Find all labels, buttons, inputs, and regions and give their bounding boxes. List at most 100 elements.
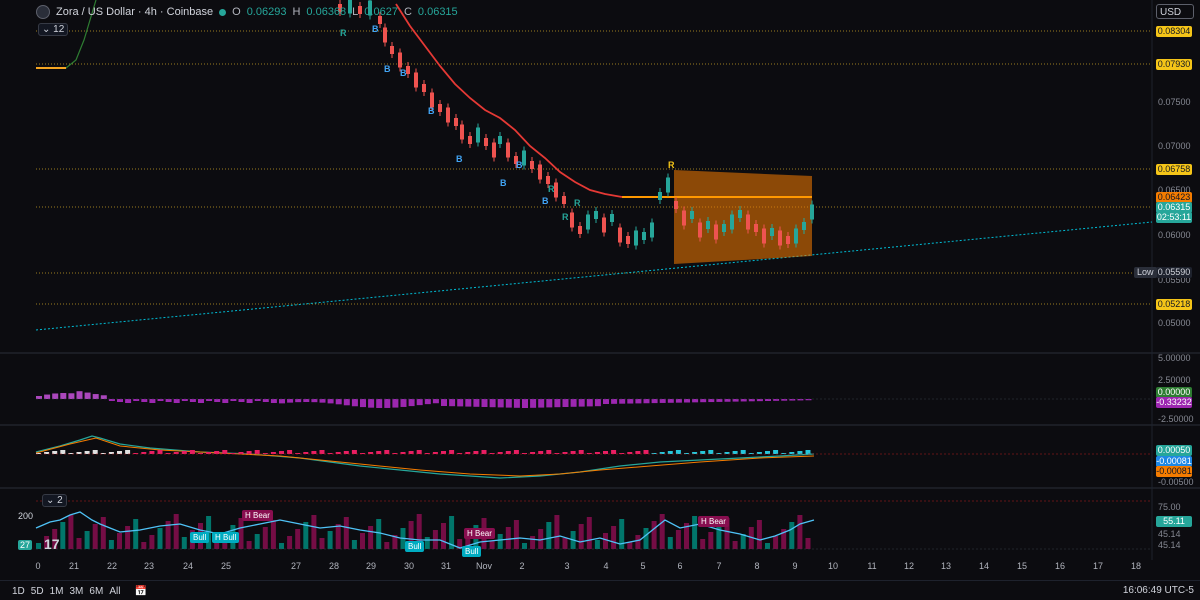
volume-bar xyxy=(368,526,374,549)
osc1-value-label: -0.33232 xyxy=(1156,397,1192,408)
osc2-label-a: 0.00050 xyxy=(1156,445,1192,456)
time-tick: 9 xyxy=(792,561,798,571)
volume-bar xyxy=(295,529,301,549)
candle-body xyxy=(706,221,710,229)
candle-body xyxy=(618,227,622,243)
histogram-bar xyxy=(546,399,553,408)
time-tick: 10 xyxy=(827,561,838,571)
candle-body xyxy=(754,224,758,232)
candle-body xyxy=(562,196,566,204)
close-value: 0.06315 xyxy=(417,6,458,18)
histogram-bar xyxy=(125,399,132,403)
volume-bar xyxy=(270,520,276,549)
histogram-bar xyxy=(149,399,156,403)
candle-body xyxy=(390,46,394,54)
macd-histogram-bar xyxy=(643,450,649,454)
market-status-icon xyxy=(219,8,227,16)
macd-histogram-bar xyxy=(732,451,738,454)
volume-bar xyxy=(522,543,527,549)
symbol-icon[interactable] xyxy=(36,5,50,19)
macd-histogram-bar xyxy=(505,451,511,454)
volume-bar xyxy=(125,526,131,549)
volume-bar xyxy=(578,524,584,549)
volume-bar xyxy=(424,537,430,549)
currency-select[interactable]: USD xyxy=(1156,4,1194,19)
signal-buy: B xyxy=(516,160,523,170)
macd-histogram-bar xyxy=(181,451,187,454)
volume-bar xyxy=(732,541,738,549)
divergence-tag: H Bear xyxy=(698,516,729,527)
time-tick: 23 xyxy=(143,561,154,571)
timeframe-all[interactable]: All xyxy=(109,586,120,597)
histogram-bar xyxy=(449,399,456,407)
histogram-bar xyxy=(173,399,180,403)
histogram-bar xyxy=(651,399,658,404)
histogram-bar xyxy=(360,399,366,408)
macd-histogram-bar xyxy=(214,451,220,454)
time-tick: 25 xyxy=(220,561,231,571)
calendar-icon[interactable]: 📅 xyxy=(134,586,146,597)
timeframe-6m[interactable]: 6M xyxy=(89,586,103,597)
volume-bar xyxy=(675,530,681,549)
clock[interactable]: 16:06:49 UTC-5 xyxy=(1123,585,1194,596)
histogram-bar xyxy=(700,399,707,403)
low-value: 0.0627 xyxy=(364,6,398,18)
macd-histogram-bar xyxy=(611,450,617,454)
signal-reversal: R xyxy=(340,28,347,38)
volume-bar xyxy=(805,538,811,549)
symbol-title[interactable]: Zora / US Dollar · 4h · Coinbase xyxy=(56,6,213,18)
time-tick: 15 xyxy=(1016,561,1027,571)
volume-bar xyxy=(789,522,795,549)
histogram-bar xyxy=(60,393,67,399)
price-label-level: 0.08304 xyxy=(1156,26,1192,37)
timeframe-3m[interactable]: 3M xyxy=(70,586,84,597)
histogram-bar xyxy=(481,399,488,407)
candle-body xyxy=(690,211,694,219)
level-lines xyxy=(36,30,1152,305)
price-label-level: 0.07930 xyxy=(1156,59,1192,70)
time-tick: 24 xyxy=(182,561,193,571)
tradingview-logo: 17 xyxy=(44,536,60,552)
volume-bar xyxy=(441,523,446,549)
timeframe-1d[interactable]: 1D xyxy=(12,586,25,597)
histogram-bar xyxy=(368,399,375,408)
macd-histogram-bar xyxy=(765,451,770,454)
volume-bar xyxy=(643,528,649,549)
volume-bar xyxy=(376,519,382,549)
histogram-bar xyxy=(270,399,277,403)
open-label: O xyxy=(232,6,241,18)
volume-bar xyxy=(651,521,657,549)
histogram-bar xyxy=(327,399,334,404)
candle-body xyxy=(530,161,534,169)
histogram-bar xyxy=(408,399,415,407)
volume-bar xyxy=(586,517,592,549)
volume-bar xyxy=(497,534,503,549)
macd-histogram-bar xyxy=(481,450,487,454)
osc3-collapse-badge[interactable]: ⌄ 2 xyxy=(42,494,67,507)
osc2-tick: -0.00500 xyxy=(1158,477,1194,487)
histogram-bar xyxy=(343,399,350,406)
volume-bar xyxy=(238,518,244,549)
chart-canvas[interactable]: R BB BBBBBBRRRR 17 xyxy=(0,0,1200,580)
histogram-bar xyxy=(198,399,204,403)
volume-bar xyxy=(343,517,349,549)
histogram-bar xyxy=(538,399,545,408)
osc3-tick: 75.00 xyxy=(1158,502,1181,512)
timeframe-5d[interactable]: 5D xyxy=(31,586,44,597)
indicator-collapse-badge[interactable]: ⌄ 12 xyxy=(38,23,69,36)
histogram-bar xyxy=(708,399,715,403)
time-tick: 13 xyxy=(940,561,951,571)
signal-reversal: R xyxy=(574,198,581,208)
time-tick: 27 xyxy=(290,561,301,571)
time-tick: 30 xyxy=(403,561,414,571)
histogram-bar xyxy=(68,393,75,399)
volume-bar xyxy=(181,537,187,549)
signal-buy: B xyxy=(428,106,435,116)
histogram-bar xyxy=(165,399,172,402)
time-tick: 28 xyxy=(328,561,339,571)
timeframe-1m[interactable]: 1M xyxy=(50,586,64,597)
macd-histogram-bar xyxy=(441,451,446,454)
osc3-left-badge: 27 xyxy=(18,540,33,550)
time-tick: 11 xyxy=(867,561,877,571)
histogram-bar xyxy=(384,399,391,408)
